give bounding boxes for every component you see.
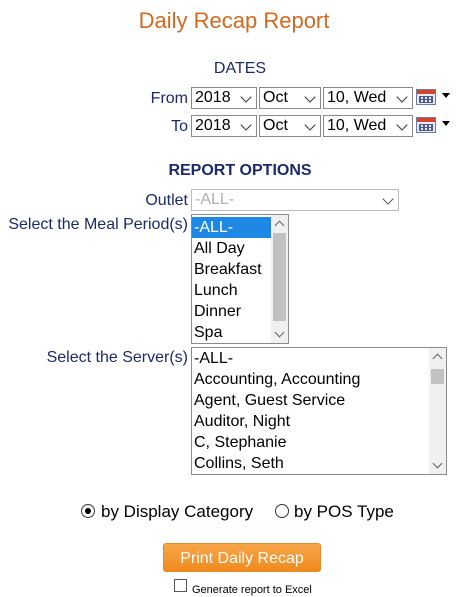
from-calendar-icon[interactable] <box>416 89 436 105</box>
page-title: Daily Recap Report <box>138 8 330 33</box>
list-item[interactable]: Agent, Guest Service <box>192 390 429 411</box>
server-scrollbar[interactable] <box>429 348 446 474</box>
to-month-value: Oct <box>263 117 288 134</box>
list-item[interactable]: -ALL- <box>192 348 429 369</box>
chevron-down-icon <box>304 91 316 103</box>
pos-type-label[interactable]: by POS Type <box>294 502 394 522</box>
chevron-down-icon <box>396 119 408 131</box>
meal-period-scrollbar[interactable] <box>271 215 288 343</box>
list-item[interactable]: Collins, Seth <box>192 453 429 474</box>
to-month-select[interactable]: Oct <box>259 115 321 137</box>
from-label: From <box>150 90 188 107</box>
meal-period-label: Select the Meal Period(s) <box>8 216 188 233</box>
from-month-value: Oct <box>263 89 288 106</box>
chevron-down-icon <box>240 91 252 103</box>
outlet-label: Outlet <box>145 192 188 209</box>
list-item[interactable]: All Day <box>192 238 271 259</box>
to-calendar-icon[interactable] <box>416 117 436 133</box>
scroll-down-icon[interactable] <box>274 327 285 338</box>
from-month-select[interactable]: Oct <box>259 87 321 109</box>
from-year-value: 2018 <box>195 89 231 106</box>
list-item[interactable]: Lunch <box>192 280 271 301</box>
list-item[interactable]: -ALL- <box>192 217 271 238</box>
chevron-down-icon <box>382 193 394 205</box>
scroll-up-icon[interactable] <box>274 220 285 231</box>
list-item[interactable]: Breakfast <box>192 259 271 280</box>
from-calendar-dropdown-icon[interactable] <box>442 93 450 98</box>
to-label: To <box>171 118 188 135</box>
report-options-heading: REPORT OPTIONS <box>168 162 312 179</box>
to-day-value: 10, Wed <box>327 117 387 134</box>
server-listbox[interactable]: -ALL- Accounting, Accounting Agent, Gues… <box>191 347 447 475</box>
dates-heading: DATES <box>213 60 267 77</box>
from-day-value: 10, Wed <box>327 89 387 106</box>
to-year-select[interactable]: 2018 <box>191 115 257 137</box>
list-item[interactable]: Auditor, Night <box>192 411 429 432</box>
to-day-select[interactable]: 10, Wed <box>323 115 413 137</box>
chevron-down-icon <box>396 91 408 103</box>
from-day-select[interactable]: 10, Wed <box>323 87 413 109</box>
scroll-up-icon[interactable] <box>432 353 443 364</box>
scrollbar-thumb[interactable] <box>273 233 286 321</box>
excel-checkbox[interactable] <box>174 579 187 592</box>
display-category-label[interactable]: by Display Category <box>101 502 253 522</box>
outlet-select: -ALL- <box>191 189 399 211</box>
scroll-down-icon[interactable] <box>432 458 443 469</box>
list-item[interactable]: C, Stephanie <box>192 432 429 453</box>
chevron-down-icon <box>240 119 252 131</box>
list-item[interactable]: Dinner <box>192 301 271 322</box>
display-category-radio[interactable] <box>81 504 95 518</box>
meal-period-listbox[interactable]: -ALL- All Day Breakfast Lunch Dinner Spa <box>191 214 289 344</box>
print-daily-recap-button[interactable]: Print Daily Recap <box>163 543 321 572</box>
excel-checkbox-label[interactable]: Generate report to Excel <box>192 584 312 596</box>
outlet-value: -ALL- <box>195 191 235 208</box>
scrollbar-thumb[interactable] <box>431 369 444 384</box>
list-item[interactable]: Accounting, Accounting <box>192 369 429 390</box>
to-calendar-dropdown-icon[interactable] <box>442 121 450 126</box>
to-year-value: 2018 <box>195 117 231 134</box>
chevron-down-icon <box>304 119 316 131</box>
server-label: Select the Server(s) <box>46 349 188 366</box>
from-year-select[interactable]: 2018 <box>191 87 257 109</box>
pos-type-radio[interactable] <box>275 504 289 518</box>
list-item[interactable]: Spa <box>192 322 271 343</box>
